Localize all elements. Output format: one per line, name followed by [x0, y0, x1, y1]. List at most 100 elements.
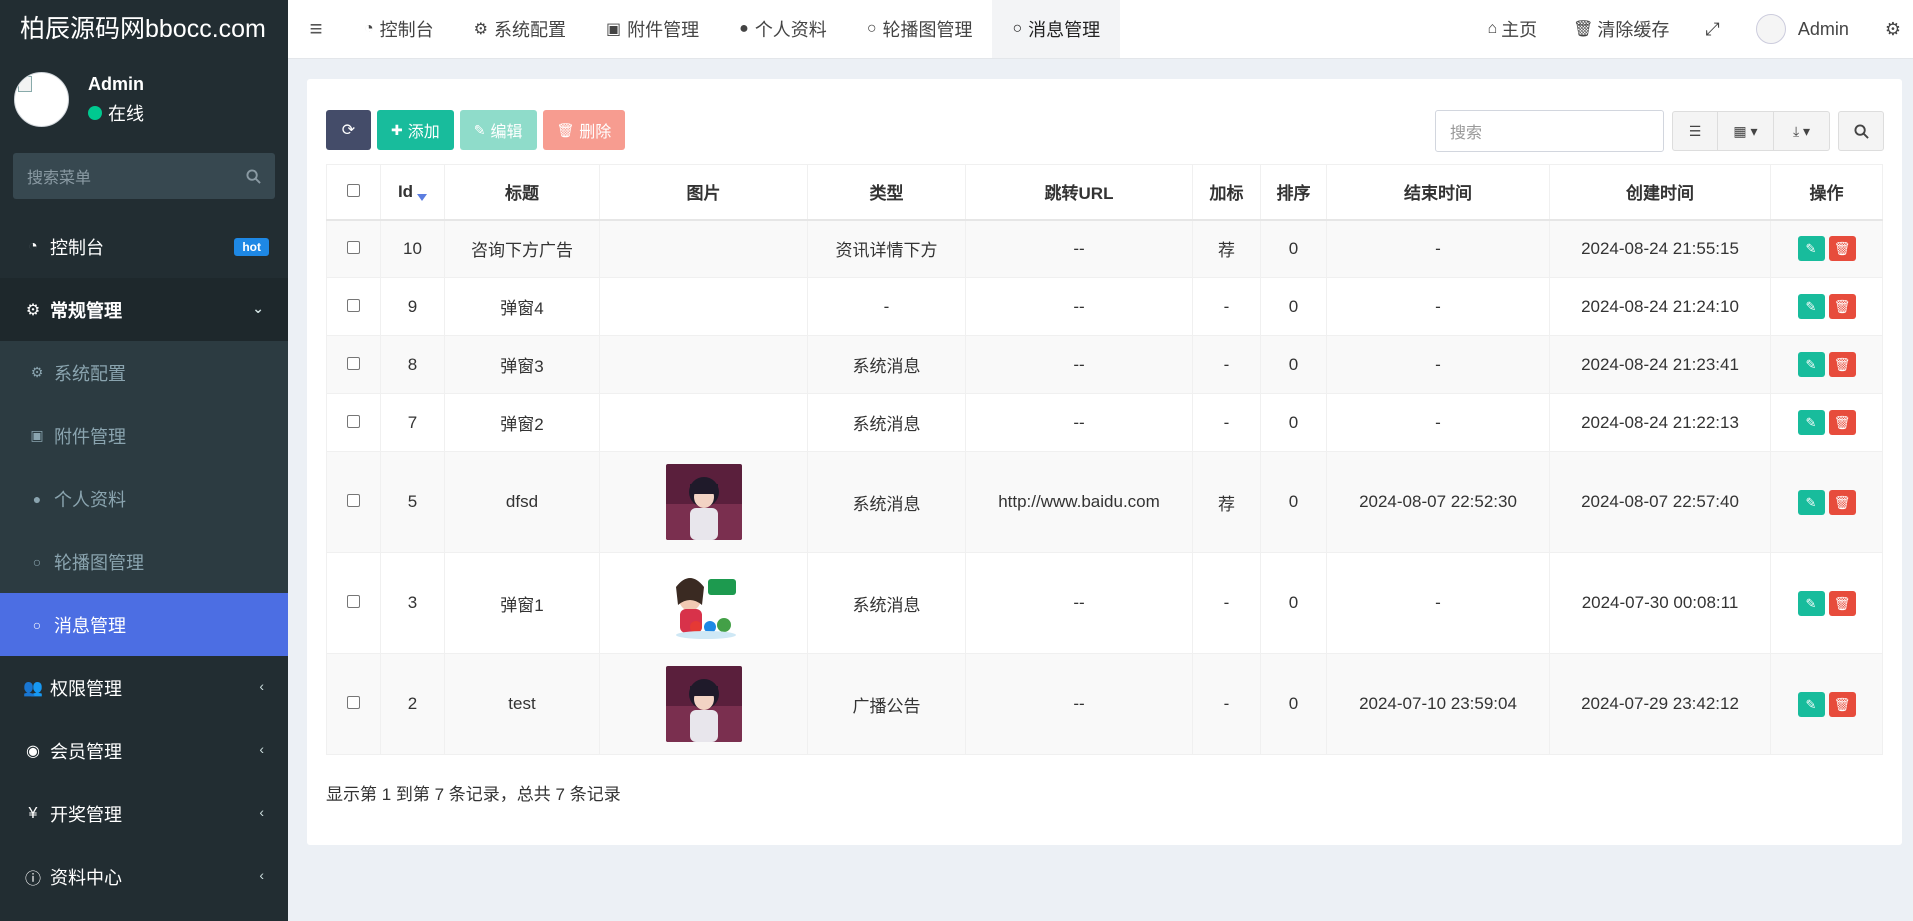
table-row[interactable]: 9 弹窗4- -- -0-2024-08-24 21:24:10 ✎ 🗑 [326, 277, 1883, 336]
col-id[interactable]: Id [380, 164, 445, 221]
settings-button[interactable]: ⚙ [1867, 0, 1913, 58]
row-checkbox[interactable] [347, 494, 360, 507]
message-image[interactable] [665, 565, 742, 641]
tab-attachments[interactable]: ▣ 附件管理 [586, 0, 719, 58]
end-time-cell: - [1326, 219, 1550, 278]
sidebar-search-input[interactable]: 搜索菜单 [13, 153, 275, 199]
created-time-cell: 2024-08-24 21:22:13 [1549, 393, 1771, 452]
message-image[interactable] [665, 666, 742, 742]
advanced-search-button[interactable] [1838, 111, 1884, 151]
actions-cell: ✎ 🗑 [1770, 277, 1883, 336]
row-delete-button[interactable]: 🗑 [1828, 352, 1856, 377]
clear-cache-button[interactable]: 🗑 清除缓存 [1555, 0, 1687, 58]
table-row[interactable]: 8 弹窗3 系统消息 -- -0-2024-08-24 21:23:41 ✎ 🗑 [326, 335, 1883, 394]
row-edit-button[interactable]: ✎ [1797, 590, 1825, 616]
add-button[interactable]: ✚ 添加 [377, 110, 454, 150]
chevron-left-icon: ‹ [259, 867, 264, 883]
sidebar-item-attachments[interactable]: ▣ 附件管理 [0, 404, 288, 467]
app-logo[interactable]: 柏辰源码网bbocc.com [0, 0, 288, 58]
table-row[interactable]: 5 dfsd 系统消息 http://www.baidu.com 荐 0 2024-08-0… [326, 451, 1883, 553]
sidebar-item-members[interactable]: ◉ 会员管理 ‹ [0, 719, 288, 782]
row-edit-button[interactable]: ✎ [1797, 294, 1825, 319]
sidebar-item-carousel[interactable]: ○ 轮播图管理 [0, 530, 288, 593]
url-cell: -- [965, 552, 1193, 654]
row-edit-button[interactable]: ✎ [1797, 410, 1825, 435]
type-cell: - [807, 277, 966, 336]
user-panel: Admin 在线 [0, 58, 288, 158]
url-cell: -- [965, 393, 1193, 452]
fullscreen-button[interactable]: ⤢ [1687, 0, 1737, 58]
content-panel: ⟳ ✚ 添加 ✎ 编辑 🗑 删除 搜索 ☰ ▦ ▾ ⤓ ▾ Id 标题 图片 类型 跳… [307, 79, 1902, 845]
actions-cell: ✎ 🗑 [1770, 451, 1883, 553]
export-button[interactable]: ⤓ ▾ [1774, 111, 1830, 151]
online-dot-icon [88, 106, 102, 120]
sidebar-item-label: 权限管理 [50, 678, 122, 699]
row-checkbox[interactable] [347, 298, 360, 312]
type-cell: 系统消息 [807, 335, 966, 394]
row-checkbox[interactable] [347, 595, 360, 608]
sidebar-item-resources[interactable]: ⓘ 资料中心 ‹ [0, 845, 288, 908]
row-delete-button[interactable]: 🗑 [1828, 236, 1856, 262]
sidebar-item-permissions[interactable]: 👥 权限管理 ‹ [0, 656, 288, 719]
tab-system-config[interactable]: ⚙ 系统配置 [454, 0, 586, 58]
col-tag: 加标 [1192, 164, 1261, 221]
refresh-button[interactable]: ⟳ [326, 110, 371, 150]
sidebar-item-general[interactable]: ⚙ 常规管理 ⌄ [0, 278, 288, 341]
row-delete-button[interactable]: 🗑 [1828, 410, 1856, 435]
grid-icon: ▦ ▾ [1733, 122, 1758, 139]
trash-icon: 🗑 [1833, 696, 1851, 712]
sidebar-item-label: 系统配置 [54, 363, 126, 384]
sidebar-item-profile[interactable]: ● 个人资料 [0, 467, 288, 530]
sidebar-item-dashboard[interactable]: ◔ 控制台 hot [0, 215, 288, 278]
sidebar-item-label: 消息管理 [54, 615, 126, 636]
tab-dashboard[interactable]: ◔ 控制台 [344, 0, 454, 58]
row-edit-button[interactable]: ✎ [1797, 352, 1825, 377]
row-edit-button[interactable]: ✎ [1797, 691, 1825, 717]
yen-icon: ¥ [28, 804, 38, 822]
tab-label: 系统配置 [494, 20, 567, 40]
edit-button[interactable]: ✎ 编辑 [459, 110, 537, 150]
row-delete-button[interactable]: 🗑 [1828, 489, 1856, 515]
col-image: 图片 [599, 164, 808, 221]
table-search-input[interactable]: 搜索 [1435, 110, 1664, 152]
row-edit-button[interactable]: ✎ [1797, 489, 1825, 515]
row-delete-button[interactable]: 🗑 [1828, 691, 1856, 717]
circle-icon: ○ [1012, 20, 1023, 37]
sidebar-toggle-button[interactable]: ≡ [288, 0, 344, 58]
message-image[interactable] [665, 464, 742, 540]
row-delete-button[interactable]: 🗑 [1828, 590, 1856, 616]
row-delete-button[interactable]: 🗑 [1828, 294, 1856, 319]
table-row[interactable]: 7 弹窗2 系统消息 -- -0-2024-08-24 21:22:13 ✎ 🗑 [326, 393, 1883, 452]
trash-icon: 🗑 [556, 121, 575, 138]
row-checkbox[interactable] [347, 356, 360, 370]
row-checkbox[interactable] [347, 414, 360, 428]
user-name: Admin [88, 74, 144, 94]
row-checkbox[interactable] [347, 696, 360, 709]
row-edit-button[interactable]: ✎ [1797, 236, 1825, 262]
sort-cell: 0 [1260, 451, 1327, 553]
admin-menu[interactable]: Admin [1738, 0, 1867, 58]
select-all-checkbox[interactable] [347, 183, 360, 197]
sidebar-item-lottery[interactable]: ¥ 开奖管理 ‹ [0, 782, 288, 845]
sidebar-submenu-general: ⚙ 系统配置 ▣ 附件管理 ● 个人资料 ○ 轮播图管理 ○ 消息管理 [0, 341, 288, 656]
home-link[interactable]: ⌂ 主页 [1469, 0, 1555, 58]
toggle-view-button[interactable]: ☰ [1672, 111, 1718, 151]
table-row[interactable]: 10 咨询下方广告 资讯详情下方 -- 荐 0-2024-08-24 21:55:15 ✎ 🗑 [326, 219, 1883, 278]
tab-messages[interactable]: ○ 消息管理 [992, 0, 1121, 58]
select-cell [326, 653, 381, 755]
row-checkbox[interactable] [347, 240, 360, 254]
col-actions: 操作 [1770, 164, 1883, 221]
delete-button[interactable]: 🗑 删除 [542, 110, 626, 150]
sidebar-item-system-config[interactable]: ⚙ 系统配置 [0, 341, 288, 404]
sidebar-item-label: 附件管理 [54, 426, 126, 447]
sidebar-item-messages[interactable]: ○ 消息管理 [0, 593, 288, 656]
tab-profile[interactable]: ● 个人资料 [719, 0, 847, 58]
col-end-time: 结束时间 [1326, 164, 1550, 221]
columns-button[interactable]: ▦ ▾ [1718, 111, 1774, 151]
tab-carousel[interactable]: ○ 轮播图管理 [847, 0, 993, 58]
table-row[interactable]: 3 弹窗1 系统消息 -- -0-2024-07-30 00:08:11 ✎ 🗑 [326, 552, 1883, 654]
chevron-left-icon: ‹ [259, 678, 264, 694]
dashboard-icon: ◔ [28, 237, 38, 255]
url-cell: -- [965, 653, 1193, 755]
table-row[interactable]: 2 test 广播公告 -- -0 2024-07-10 23:59:04 2024-07-… [326, 653, 1883, 755]
